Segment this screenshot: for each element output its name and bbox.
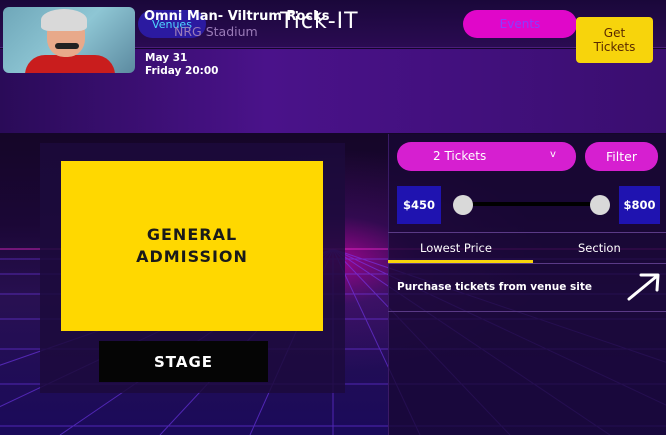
event-date-day: May 31 bbox=[145, 52, 188, 64]
chevron-down-icon: v bbox=[550, 149, 556, 160]
event-venue: NRG Stadium bbox=[174, 24, 258, 39]
ticket-quantity-value: 2 Tickets bbox=[433, 149, 487, 163]
get-tickets-button[interactable]: Get Tickets bbox=[576, 17, 653, 63]
tab-section[interactable]: Section bbox=[578, 241, 621, 255]
divider bbox=[388, 232, 666, 233]
divider bbox=[388, 311, 666, 312]
stage-area: STAGE bbox=[99, 341, 268, 382]
event-thumbnail-image bbox=[3, 7, 135, 73]
thumbnail-mustache-shape bbox=[55, 43, 79, 49]
event-date-time: Friday 20:00 bbox=[145, 65, 219, 77]
purchase-from-venue-link[interactable]: Purchase tickets from venue site bbox=[397, 281, 592, 293]
general-admission-section[interactable]: GENERAL ADMISSION bbox=[61, 161, 323, 331]
price-range-track[interactable] bbox=[461, 202, 604, 206]
arrow-up-right-icon[interactable] bbox=[625, 272, 661, 302]
ticket-quantity-select[interactable]: 2 Tickets v bbox=[397, 142, 576, 171]
price-max-value: $800 bbox=[619, 186, 660, 224]
tab-lowest-price[interactable]: Lowest Price bbox=[420, 241, 492, 255]
event-date: May 31 Friday 20:00 bbox=[145, 52, 218, 78]
thumbnail-suit-shape bbox=[25, 55, 115, 73]
price-max-handle[interactable] bbox=[590, 195, 610, 215]
thumbnail-hair-shape bbox=[41, 9, 87, 31]
filter-button[interactable]: Filter bbox=[585, 142, 658, 171]
event-name: Omni Man- Viltrum Rocks bbox=[144, 9, 330, 24]
events-button[interactable]: Events bbox=[463, 10, 577, 38]
price-min-handle[interactable] bbox=[453, 195, 473, 215]
price-min-value: $450 bbox=[397, 186, 441, 224]
divider bbox=[388, 263, 666, 264]
